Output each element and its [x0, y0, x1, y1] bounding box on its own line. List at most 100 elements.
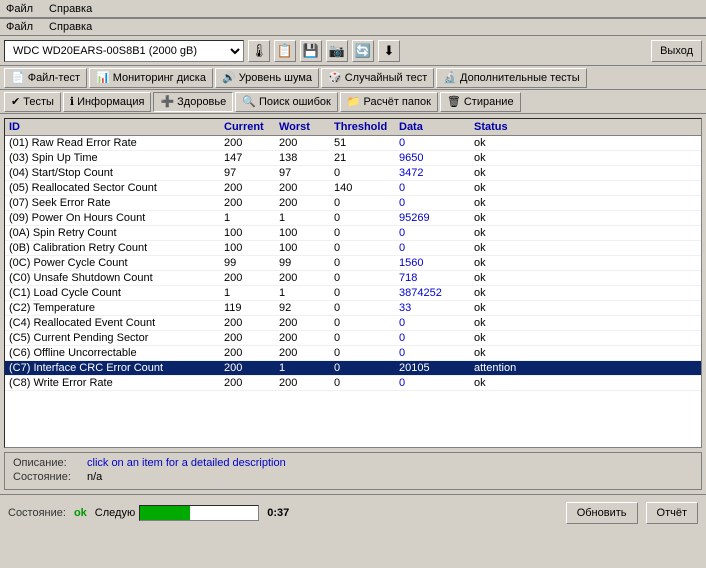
cell-id: (0A) Spin Retry Count — [9, 227, 224, 239]
cell-worst: 200 — [279, 332, 334, 344]
cell-current: 99 — [224, 257, 279, 269]
update-btn[interactable]: Обновить — [566, 502, 638, 524]
table-row[interactable]: (0A) Spin Retry Count 100 100 0 0 ok — [5, 226, 701, 241]
table-row[interactable]: (03) Spin Up Time 147 138 21 9650 ok — [5, 151, 701, 166]
cell-id: (03) Spin Up Time — [9, 152, 224, 164]
progress-time: 0:37 — [267, 507, 289, 519]
download-btn[interactable]: ⬇ — [378, 40, 400, 62]
tab-noise-level[interactable]: 🔊 Уровень шума — [215, 68, 319, 88]
col-data[interactable]: Data — [399, 121, 474, 133]
cell-id: (04) Start/Stop Count — [9, 167, 224, 179]
cell-threshold: 0 — [334, 347, 399, 359]
cell-current: 200 — [224, 197, 279, 209]
tab-disk-monitor[interactable]: 📊 Мониторинг диска — [89, 68, 213, 88]
col-status[interactable]: Status — [474, 121, 554, 133]
menu-file-2[interactable]: Файл — [4, 21, 35, 33]
cell-worst: 1 — [279, 362, 334, 374]
col-current[interactable]: Current — [224, 121, 279, 133]
cell-data: 0 — [399, 377, 474, 389]
menu-help-2[interactable]: Справка — [47, 21, 94, 33]
table-row[interactable]: (07) Seek Error Rate 200 200 0 0 ok — [5, 196, 701, 211]
cell-status: attention — [474, 362, 554, 374]
cell-worst: 200 — [279, 317, 334, 329]
cell-id: (0B) Calibration Retry Count — [9, 242, 224, 254]
desc-text: click on an item for a detailed descript… — [87, 457, 286, 469]
table-row[interactable]: (0C) Power Cycle Count 99 99 0 1560 ok — [5, 256, 701, 271]
table-row[interactable]: (C2) Temperature 119 92 0 33 ok — [5, 301, 701, 316]
table-row[interactable]: (C8) Write Error Rate 200 200 0 0 ok — [5, 376, 701, 391]
cell-current: 97 — [224, 167, 279, 179]
cell-threshold: 21 — [334, 152, 399, 164]
table-row[interactable]: (04) Start/Stop Count 97 97 0 3472 ok — [5, 166, 701, 181]
col-worst[interactable]: Worst — [279, 121, 334, 133]
desc-label: Описание: — [13, 457, 83, 469]
cell-id: (C5) Current Pending Sector — [9, 332, 224, 344]
tests-icon: ✔ — [11, 95, 20, 108]
table-row[interactable]: (C5) Current Pending Sector 200 200 0 0 … — [5, 331, 701, 346]
progress-bar-inner — [140, 506, 190, 520]
cell-threshold: 0 — [334, 167, 399, 179]
exit-btn[interactable]: Выход — [651, 40, 702, 62]
cell-current: 200 — [224, 377, 279, 389]
extra-tests-icon: 🔬 — [443, 71, 457, 84]
tab-health[interactable]: ➕ Здоровье — [153, 92, 233, 112]
table-row[interactable]: (C6) Offline Uncorrectable 200 200 0 0 o… — [5, 346, 701, 361]
cell-current: 200 — [224, 182, 279, 194]
tab-random-test[interactable]: 🎲 Случайный тест — [321, 68, 434, 88]
tab-erase[interactable]: 🗑 Стирание — [440, 92, 521, 112]
cell-worst: 200 — [279, 197, 334, 209]
table-body: (01) Raw Read Error Rate 200 200 51 0 ok… — [5, 136, 701, 440]
cell-id: (07) Seek Error Rate — [9, 197, 224, 209]
cell-threshold: 0 — [334, 257, 399, 269]
table-row[interactable]: (C1) Load Cycle Count 1 1 0 3874252 ok — [5, 286, 701, 301]
cell-data: 3472 — [399, 167, 474, 179]
tab-info[interactable]: ℹ Информация — [63, 92, 152, 112]
cell-threshold: 0 — [334, 377, 399, 389]
cell-data: 0 — [399, 227, 474, 239]
toolbar: WDC WD20EARS-00S8B1 (2000 gB) 🌡 📋 💾 📷 🔄 … — [0, 36, 706, 66]
cell-current: 100 — [224, 227, 279, 239]
cell-current: 147 — [224, 152, 279, 164]
cell-status: ok — [474, 167, 554, 179]
table-row[interactable]: (C7) Interface CRC Error Count 200 1 0 2… — [5, 361, 701, 376]
temp-btn[interactable]: 🌡 — [248, 40, 270, 62]
cell-status: ok — [474, 152, 554, 164]
cell-data: 718 — [399, 272, 474, 284]
menu-file[interactable]: Файл — [4, 3, 35, 15]
cell-data: 9650 — [399, 152, 474, 164]
table-row[interactable]: (C0) Unsafe Shutdown Count 200 200 0 718… — [5, 271, 701, 286]
col-threshold[interactable]: Threshold — [334, 121, 399, 133]
cell-worst: 97 — [279, 167, 334, 179]
table-row[interactable]: (C4) Reallocated Event Count 200 200 0 0… — [5, 316, 701, 331]
cell-current: 119 — [224, 302, 279, 314]
screenshot-btn[interactable]: 📷 — [326, 40, 348, 62]
cell-worst: 200 — [279, 182, 334, 194]
cell-id: (09) Power On Hours Count — [9, 212, 224, 224]
tab-tests[interactable]: ✔ Тесты — [4, 92, 61, 112]
table-row[interactable]: (05) Reallocated Sector Count 200 200 14… — [5, 181, 701, 196]
drive-select[interactable]: WDC WD20EARS-00S8B1 (2000 gB) — [4, 40, 244, 62]
save-btn[interactable]: 💾 — [300, 40, 322, 62]
table-row[interactable]: (0B) Calibration Retry Count 100 100 0 0… — [5, 241, 701, 256]
copy-btn[interactable]: 📋 — [274, 40, 296, 62]
smart-table: ID Current Worst Threshold Data Status (… — [4, 118, 702, 448]
refresh-btn[interactable]: 🔄 — [352, 40, 374, 62]
tab-extra-tests[interactable]: 🔬 Дополнительные тесты — [436, 68, 586, 88]
cell-current: 200 — [224, 317, 279, 329]
description-panel: Описание: click on an item for a detaile… — [4, 452, 702, 490]
table-row[interactable]: (01) Raw Read Error Rate 200 200 51 0 ok — [5, 136, 701, 151]
cell-status: ok — [474, 317, 554, 329]
report-btn[interactable]: Отчёт — [646, 502, 698, 524]
tab-error-search[interactable]: 🔍 Поиск ошибок — [235, 92, 338, 112]
cell-id: (C1) Load Cycle Count — [9, 287, 224, 299]
tab-file-test[interactable]: 📄 Файл-тест — [4, 68, 87, 88]
table-row[interactable]: (09) Power On Hours Count 1 1 0 95269 ok — [5, 211, 701, 226]
cell-id: (C6) Offline Uncorrectable — [9, 347, 224, 359]
cell-threshold: 51 — [334, 137, 399, 149]
col-id[interactable]: ID — [9, 121, 224, 133]
cell-status: ok — [474, 197, 554, 209]
cell-worst: 200 — [279, 377, 334, 389]
tab-folder-count[interactable]: 📁 Расчёт папок — [340, 92, 438, 112]
cell-threshold: 0 — [334, 212, 399, 224]
menu-help[interactable]: Справка — [47, 3, 94, 15]
